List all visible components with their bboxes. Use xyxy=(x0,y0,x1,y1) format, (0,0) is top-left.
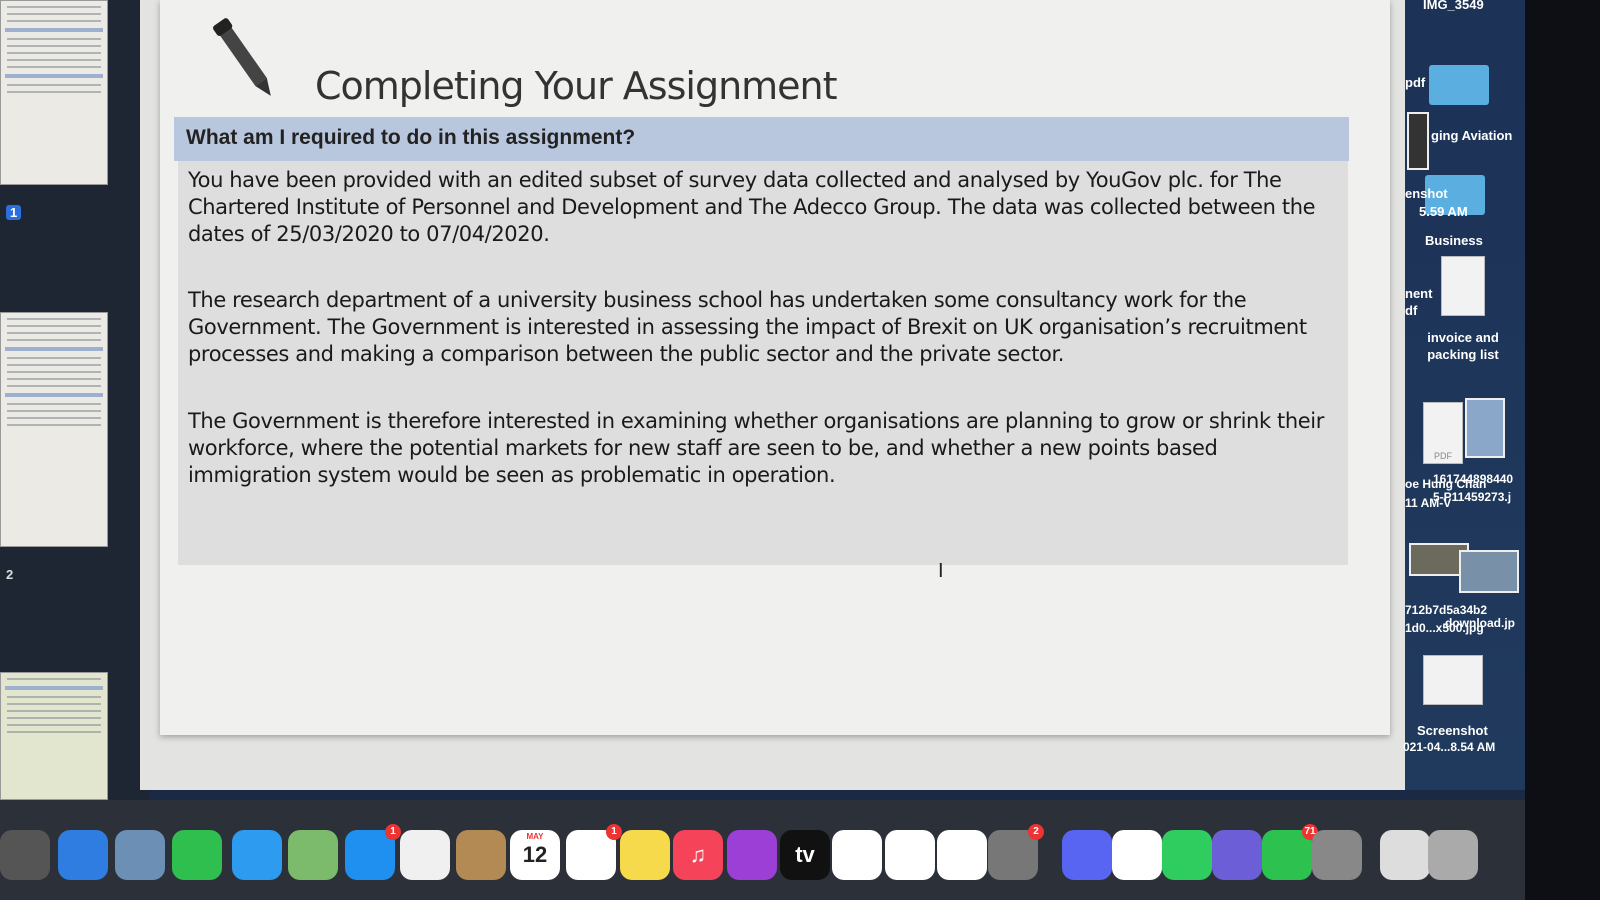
desktop: IMG_3549 pdf ging Aviation enshot 5.59 A… xyxy=(1403,0,1525,790)
message-icon[interactable] xyxy=(232,830,282,880)
wechat-icon[interactable]: 71 xyxy=(1262,824,1318,880)
numbers-icon[interactable] xyxy=(832,830,882,880)
desktop-item-label[interactable]: 5-P11459273.j xyxy=(1433,489,1511,506)
notes-icon[interactable] xyxy=(620,830,670,880)
document-page[interactable]: Completing Your Assignment What am I req… xyxy=(160,0,1390,735)
desktop-item-label[interactable]: nent xyxy=(1405,285,1432,302)
notification-badge: 2 xyxy=(1028,824,1044,840)
dock: 1 12 MAY 1 ♫ tv 2 71 xyxy=(0,800,1525,900)
app-icon-text: tv xyxy=(795,842,815,867)
desktop-item-label[interactable]: 161744898440 xyxy=(1433,471,1513,488)
page-thumbnail-3[interactable] xyxy=(0,672,108,800)
paragraph: The Government is therefore interested i… xyxy=(188,409,1324,487)
gear-icon[interactable]: 2 xyxy=(988,824,1044,880)
music-icon[interactable]: ♫ xyxy=(673,830,723,880)
page-thumbnail-2[interactable] xyxy=(0,312,108,547)
star-icon[interactable] xyxy=(1212,830,1262,880)
keynote-icon[interactable] xyxy=(885,830,935,880)
map-icon[interactable] xyxy=(288,830,338,880)
tv-icon[interactable]: tv xyxy=(780,830,830,880)
reminders-icon[interactable]: 1 xyxy=(566,824,622,880)
compass-icon[interactable] xyxy=(58,830,108,880)
podcasts-icon[interactable] xyxy=(727,830,777,880)
page-title: Completing Your Assignment xyxy=(315,64,838,108)
app-store-icon[interactable]: 1 xyxy=(345,824,401,880)
app-icon-text: 12 xyxy=(522,842,548,867)
notification-badge: 1 xyxy=(385,824,401,840)
chrome-icon[interactable] xyxy=(1112,830,1162,880)
desktop-item-label[interactable]: enshot xyxy=(1405,185,1448,202)
desktop-item-label[interactable]: Screenshot xyxy=(1417,722,1488,739)
calendar-month: MAY xyxy=(526,832,544,841)
video-icon[interactable] xyxy=(172,830,222,880)
page-number: 2 xyxy=(6,567,14,582)
pen-icon xyxy=(212,18,271,96)
desktop-item-label[interactable]: IMG_3549 xyxy=(1423,0,1484,13)
paragraph: You have been provided with an edited su… xyxy=(188,168,1316,246)
desktop-item-label[interactable]: download.jp xyxy=(1445,615,1515,632)
page-thumbnail-1[interactable] xyxy=(0,0,108,185)
desktop-item-label[interactable]: pdf xyxy=(1405,74,1425,91)
page-number: 1 xyxy=(6,205,22,220)
text-cursor-icon: I xyxy=(938,560,944,582)
contacts-icon[interactable] xyxy=(456,830,506,880)
whatsapp-icon[interactable] xyxy=(1162,830,1212,880)
document-icon[interactable] xyxy=(1441,256,1485,316)
paragraph: The research department of a university … xyxy=(188,288,1307,366)
trash-icon[interactable] xyxy=(1428,830,1478,880)
desktop-item-label[interactable]: invoice and packing list xyxy=(1423,329,1503,363)
pages-icon[interactable] xyxy=(937,830,987,880)
desktop-item-label[interactable]: 5.59 AM xyxy=(1419,203,1468,220)
calendar-icon[interactable]: 12 MAY xyxy=(510,830,560,880)
preview-icon[interactable] xyxy=(115,830,165,880)
desktop-item-label[interactable]: df xyxy=(1405,302,1417,319)
desktop-item-label[interactable]: ging Aviation xyxy=(1431,127,1512,144)
rocket-icon[interactable] xyxy=(0,830,50,880)
image-thumbnail-icon[interactable] xyxy=(1465,398,1505,458)
section-heading-bar: What am I required to do in this assignm… xyxy=(174,117,1349,161)
screenshot-file-icon[interactable] xyxy=(1423,655,1483,705)
page-thumbnail-sidebar: 1 2 xyxy=(0,0,150,800)
document-icon[interactable] xyxy=(1380,830,1430,880)
pdf-icon[interactable]: PDF xyxy=(1423,402,1463,464)
document-view: Completing Your Assignment What am I req… xyxy=(140,0,1405,790)
app-icon-text: ♫ xyxy=(689,842,707,867)
desktop-item-label[interactable]: Business xyxy=(1425,232,1483,249)
photos-icon[interactable] xyxy=(400,830,450,880)
desktop-item-label[interactable]: 021-04...8.54 AM xyxy=(1403,739,1495,756)
image-thumbnail-icon[interactable] xyxy=(1407,112,1429,170)
discord-icon[interactable] xyxy=(1062,830,1112,880)
image-thumbnail-icon[interactable] xyxy=(1459,550,1519,593)
content-box: You have been provided with an edited su… xyxy=(178,161,1348,565)
folder-icon[interactable] xyxy=(1429,65,1489,105)
screen-bezel xyxy=(1525,0,1600,900)
screenshot-icon[interactable] xyxy=(1312,830,1362,880)
section-heading: What am I required to do in this assignm… xyxy=(186,126,636,149)
